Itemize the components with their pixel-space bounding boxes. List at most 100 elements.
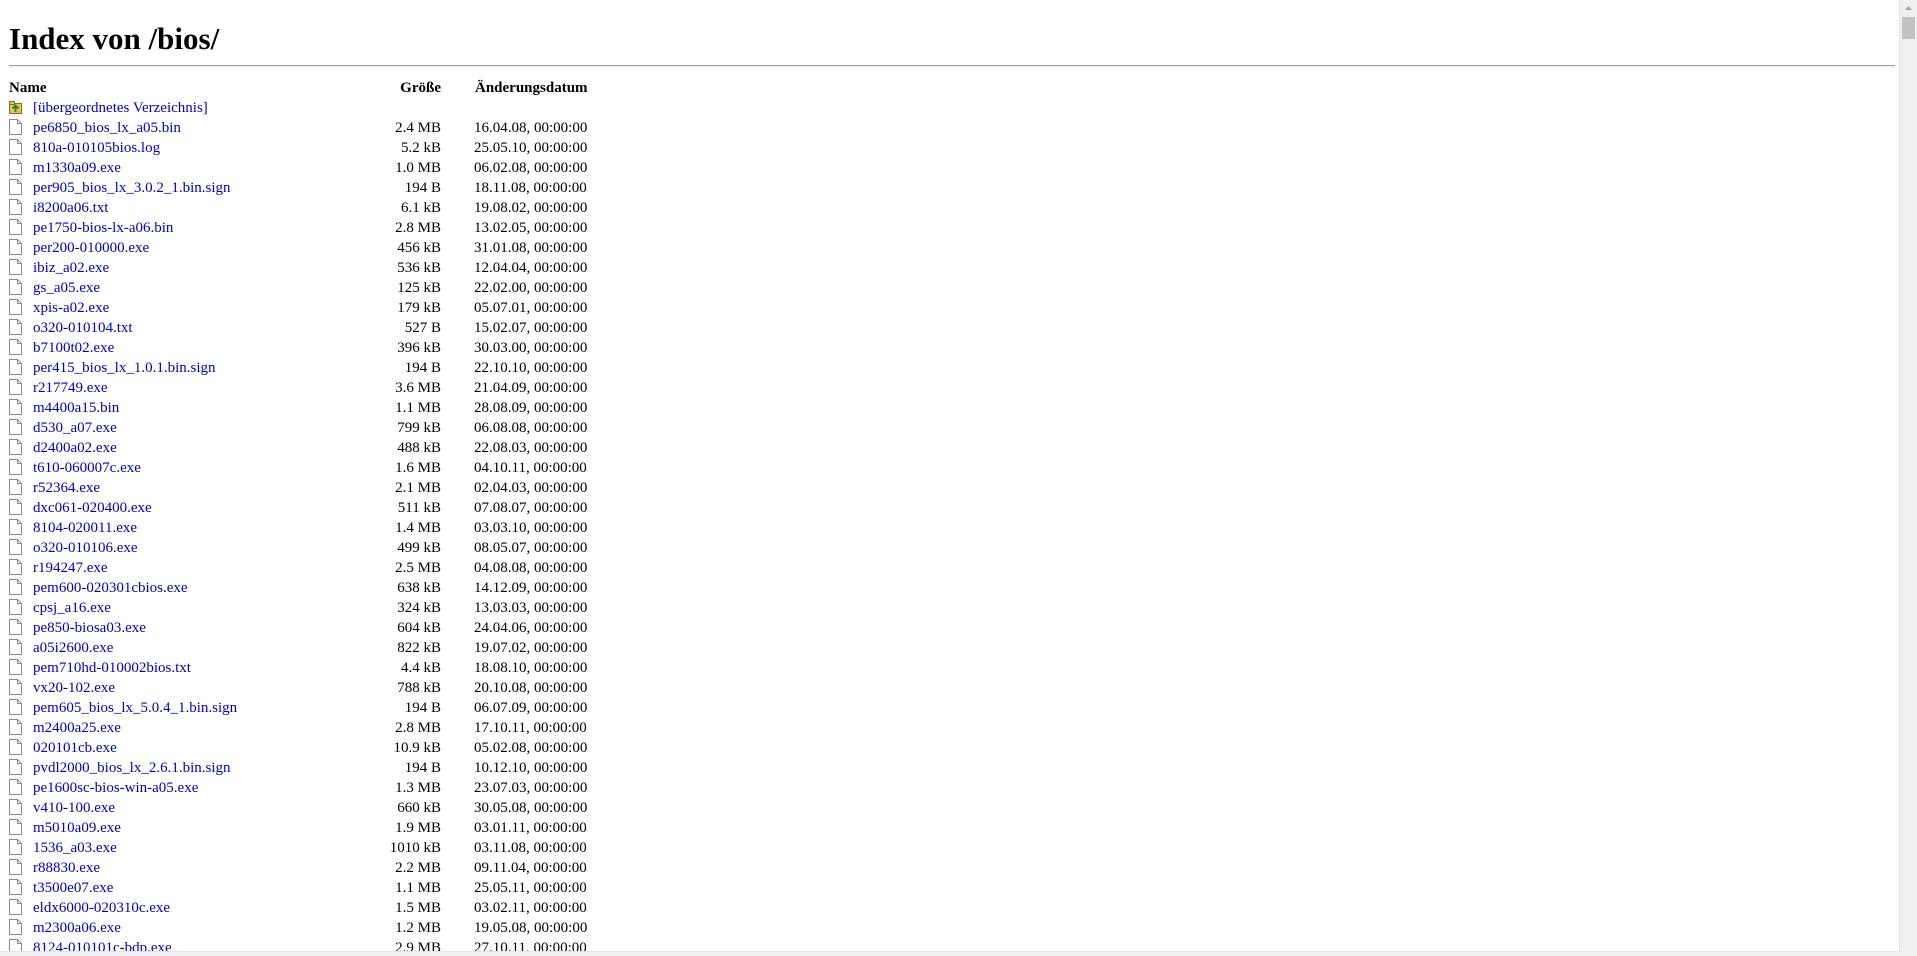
file-link[interactable]: 020101cb.exe [33,740,117,756]
file-size: 1.9 MB [395,820,441,836]
file-link[interactable]: per415_bios_lx_1.0.1.bin.sign [33,360,216,376]
table-row: o320-010106.exe 499 kB 08.05.07, 00:00:00 [9,538,588,558]
file-link[interactable]: r194247.exe [33,560,108,576]
file-link[interactable]: pem605_bios_lx_5.0.4_1.bin.sign [33,700,237,716]
file-size: 1.4 MB [395,520,441,536]
file-link[interactable]: b7100t02.exe [33,340,114,356]
parent-directory-link[interactable]: [übergeordnetes Verzeichnis] [33,100,208,116]
file-link[interactable]: pem600-020301cbios.exe [33,580,188,596]
horizontal-scrollbar[interactable] [0,951,1900,956]
file-date: 14.12.09, 00:00:00 [474,580,588,596]
file-link[interactable]: pe6850_bios_lx_a05.bin [33,120,181,136]
file-icon [9,359,22,375]
file-link[interactable]: per905_bios_lx_3.0.2_1.bin.sign [33,180,231,196]
file-link[interactable]: 1536_a03.exe [33,840,117,856]
file-link[interactable]: ibiz_a02.exe [33,260,109,276]
file-link[interactable]: 810a-010105bios.log [33,140,160,156]
file-size: 324 kB [397,600,441,616]
table-row: pe1750-bios-lx-a06.bin 2.8 MB 13.02.05, 00… [9,218,588,238]
file-link[interactable]: 8104-020011.exe [33,520,137,536]
file-icon [9,699,22,715]
file-size: 1.3 MB [395,780,441,796]
scroll-up-arrow-icon[interactable] [1900,0,1917,17]
file-icon [9,859,22,875]
file-link[interactable]: v410-100.exe [33,800,115,816]
table-row: pem600-020301cbios.exe 638 kB 14.12.09, 00… [9,578,588,598]
file-size: 125 kB [397,280,441,296]
column-header-size[interactable]: Größe [369,78,441,98]
file-link[interactable]: pe850-biosa03.exe [33,620,146,636]
table-header-row: Name Größe Änderungsdatum [9,78,588,98]
file-date: 30.03.00, 00:00:00 [474,340,588,356]
file-icon [9,339,22,355]
file-link[interactable]: r217749.exe [33,380,108,396]
file-icon [9,619,22,635]
file-link[interactable]: cpsj_a16.exe [33,600,111,616]
file-date: 19.08.02, 00:00:00 [474,200,588,216]
file-icon [9,279,22,295]
file-date: 17.10.11, 00:00:00 [474,720,587,736]
file-size: 194 B [404,760,441,776]
file-icon [9,399,22,415]
file-date: 04.10.11, 00:00:00 [474,460,587,476]
file-link[interactable]: per200-010000.exe [33,240,149,256]
file-link[interactable]: m5010a09.exe [33,820,121,836]
file-icon [9,899,22,915]
file-size: 6.1 kB [400,200,441,216]
vertical-scrollbar[interactable] [1899,0,1917,956]
file-icon [9,599,22,615]
table-row: v410-100.exe 660 kB 30.05.08, 00:00:00 [9,798,588,818]
file-size: 2.1 MB [395,480,441,496]
file-date: 30.05.08, 00:00:00 [474,800,588,816]
table-row: m5010a09.exe 1.9 MB 03.01.11, 00:00:00 [9,818,588,838]
file-icon [9,319,22,335]
table-row: b7100t02.exe 396 kB 30.03.00, 00:00:00 [9,338,588,358]
file-link[interactable]: a05i2600.exe [33,640,113,656]
table-row: per200-010000.exe 456 kB 31.01.08, 00:00:0… [9,238,588,258]
column-header-date[interactable]: Änderungsdatum [441,78,588,98]
file-link[interactable]: r52364.exe [33,480,100,496]
file-link[interactable]: gs_a05.exe [33,280,100,296]
file-table: Name Größe Änderungsdatum [übergeordnete… [9,78,588,956]
table-row: 020101cb.exe 10.9 kB 05.02.08, 00:00:00 [9,738,588,758]
table-row: 810a-010105bios.log 5.2 kB 25.05.10, 00:00… [9,138,588,158]
file-link[interactable]: pem710hd-010002bios.txt [33,660,191,676]
file-link[interactable]: m2400a25.exe [33,720,121,736]
file-size: 788 kB [397,680,441,696]
file-link[interactable]: pe1600sc-bios-win-a05.exe [33,780,198,796]
file-link[interactable]: m4400a15.bin [33,400,119,416]
file-link[interactable]: m2300a06.exe [33,920,121,936]
file-link[interactable]: d2400a02.exe [33,440,117,456]
file-icon [9,479,22,495]
file-link[interactable]: d530_a07.exe [33,420,117,436]
column-header-name[interactable]: Name [9,78,369,98]
file-link[interactable]: vx20-102.exe [33,680,115,696]
table-row: r194247.exe 2.5 MB 04.08.08, 00:00:00 [9,558,588,578]
file-date: 25.05.10, 00:00:00 [474,140,588,156]
file-date: 05.02.08, 00:00:00 [474,740,588,756]
file-icon [9,159,22,175]
file-icon [9,659,22,675]
file-link[interactable]: m1330a09.exe [33,160,121,176]
table-row: 8104-020011.exe 1.4 MB 03.03.10, 00:00:00 [9,518,588,538]
file-link[interactable]: o320-010106.exe [33,540,138,556]
file-icon [9,179,22,195]
file-icon [9,499,22,515]
file-link[interactable]: pvdl2000_bios_lx_2.6.1.bin.sign [33,760,231,776]
file-link[interactable]: pe1750-bios-lx-a06.bin [33,220,173,236]
file-icon [9,239,22,255]
file-link[interactable]: xpis-a02.exe [33,300,109,316]
file-size: 604 kB [397,620,441,636]
file-link[interactable]: t610-060007c.exe [33,460,141,476]
scrollbar-thumb[interactable] [1902,17,1915,39]
file-link[interactable]: t3500e07.exe [33,880,113,896]
file-link[interactable]: dxc061-020400.exe [33,500,152,516]
file-link[interactable]: o320-010104.txt [33,320,133,336]
table-row: t610-060007c.exe 1.6 MB 04.10.11, 00:00:00 [9,458,588,478]
file-date: 03.11.08, 00:00:00 [474,840,587,856]
file-link[interactable]: i8200a06.txt [33,200,108,216]
file-link[interactable]: r88830.exe [33,860,100,876]
file-date: 03.03.10, 00:00:00 [474,520,588,536]
file-size: 3.6 MB [395,380,441,396]
file-link[interactable]: eldx6000-020310c.exe [33,900,170,916]
